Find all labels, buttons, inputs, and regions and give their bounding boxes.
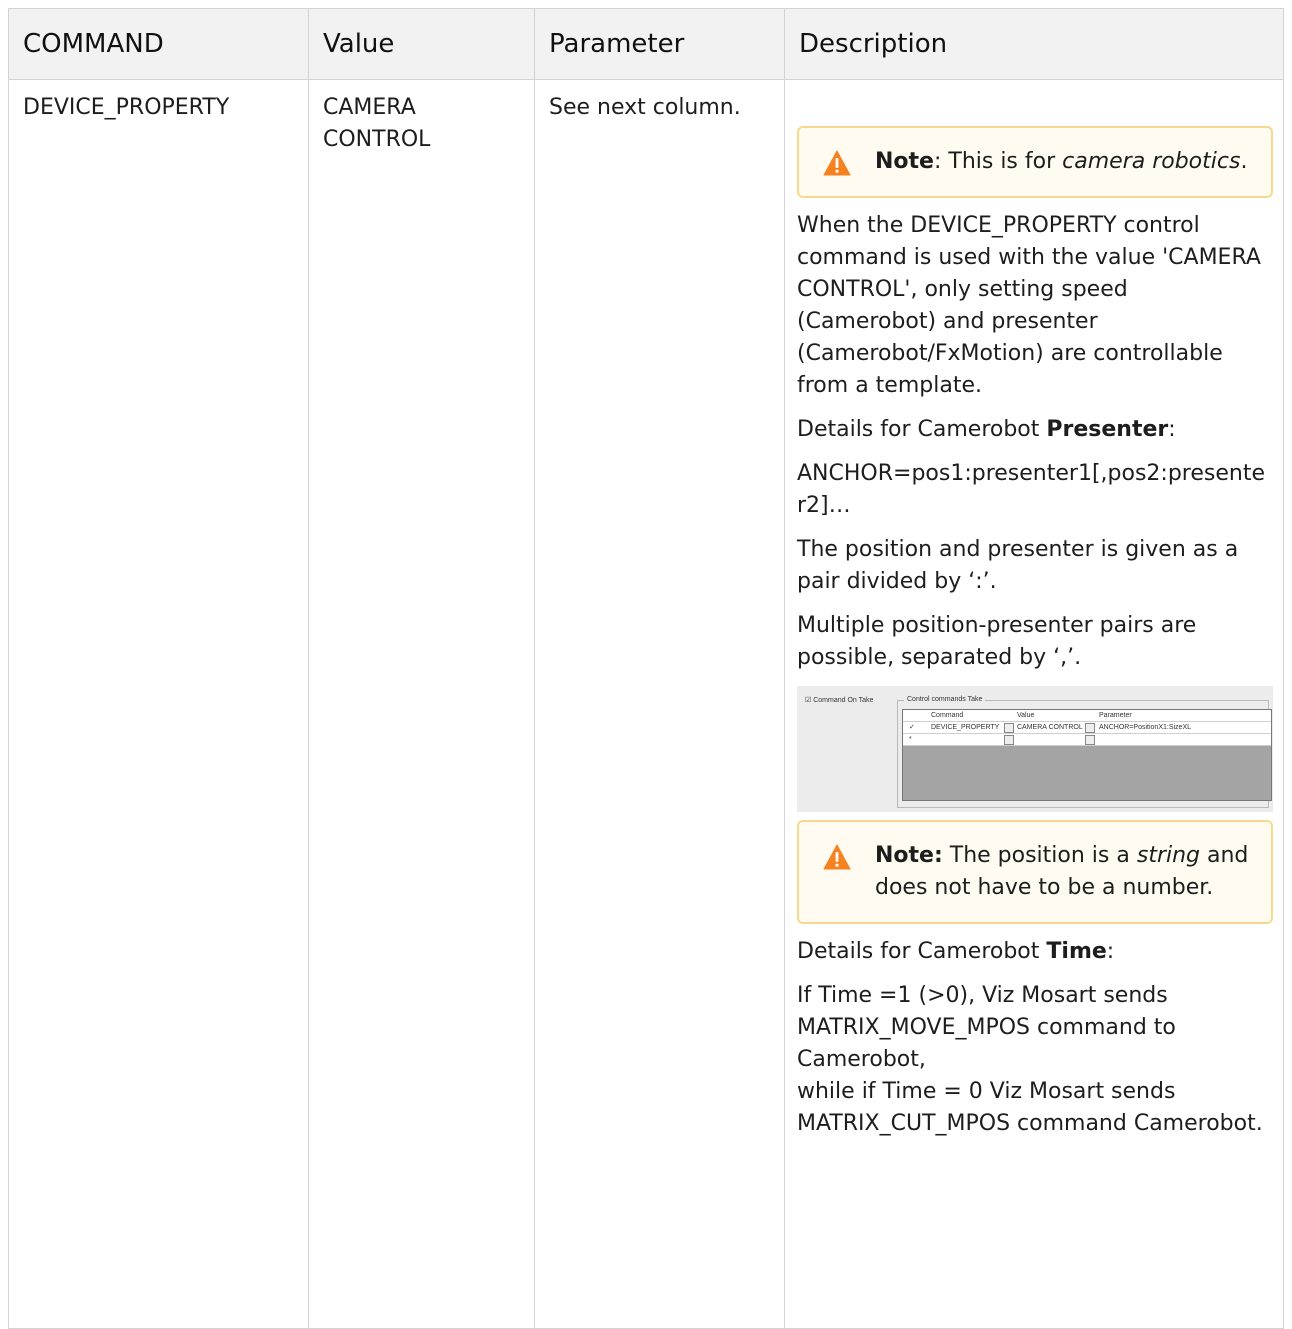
warning-icon (823, 844, 851, 870)
pair-description: The position and presenter is given as a… (797, 537, 1239, 594)
warning-icon (823, 150, 851, 176)
cell-parameter: See next column. (534, 79, 785, 1329)
commands-grid: Command Value Parameter ✓ DEVICE_PROPERT… (902, 709, 1272, 801)
dropdown-icon (1085, 723, 1095, 733)
cell-description: Note: This is for camera robotics. When … (784, 79, 1284, 1329)
anchor-syntax: ANCHOR=pos1:presenter1[,pos2:presenter2]… (797, 461, 1265, 518)
dropdown-icon (1004, 723, 1014, 733)
note-label: Note (875, 149, 934, 174)
note-text: : This is for (933, 149, 1063, 174)
group-title: Control commands Take (904, 695, 986, 704)
cell-command: DEVICE_PROPERTY (8, 79, 309, 1329)
header-command: COMMAND (8, 8, 309, 80)
dropdown-icon (1004, 735, 1014, 745)
table-header-row: COMMAND Value Parameter Description (8, 8, 1284, 80)
header-description: Description (784, 8, 1284, 80)
time-term: Time (1046, 939, 1107, 964)
command-on-take-checkbox: ☑ Command On Take (805, 697, 874, 704)
dropdown-icon (1085, 735, 1095, 745)
header-parameter: Parameter (534, 8, 785, 80)
control-commands-group: Control commands Take Command Value Para… (897, 695, 1272, 808)
cell-value: CAMERA CONTROL (308, 79, 535, 1329)
note-text: The position is a (942, 843, 1137, 868)
presenter-details-heading: Details for Camerobot Presenter: (797, 417, 1176, 442)
time-details-heading: Details for Camerobot Time: (797, 939, 1115, 964)
description-paragraph: When the DEVICE_PROPERTY control command… (797, 213, 1261, 398)
control-commands-screenshot: ☑ Command On Take Control commands Take … (797, 686, 1273, 812)
presenter-term: Presenter (1046, 417, 1169, 442)
note-label: Note: (875, 843, 943, 868)
note-position-string: Note: The position is a string and does … (797, 820, 1273, 924)
table-row: DEVICE_PROPERTY CAMERA CONTROL See next … (8, 79, 1284, 1329)
note-emphasis: string (1136, 843, 1201, 868)
multiple-pairs-description: Multiple position-presenter pairs are po… (797, 613, 1197, 670)
grid-header-row: Command Value Parameter (903, 710, 1271, 722)
note-camera-robotics: Note: This is for camera robotics. (797, 126, 1273, 198)
grid-new-row: * (903, 734, 1271, 746)
time-description: If Time =1 (>0), Viz Mosart sends MATRIX… (797, 983, 1263, 1136)
header-value: Value (308, 8, 535, 80)
note-emphasis: camera robotics (1062, 149, 1241, 174)
grid-row: ✓ DEVICE_PROPERTY CAMERA CONTROL ANCHOR=… (903, 722, 1271, 734)
command-table: COMMAND Value Parameter Description DEVI… (8, 8, 1284, 1329)
note-text-end: . (1240, 149, 1248, 174)
